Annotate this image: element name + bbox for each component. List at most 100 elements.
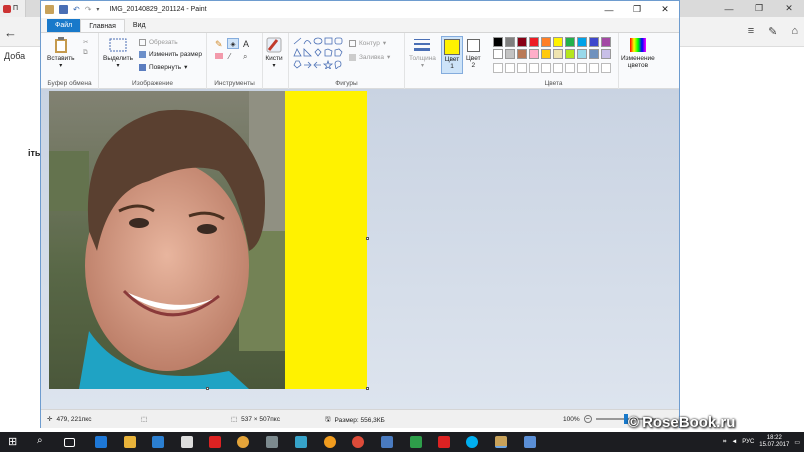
home-icon[interactable] [181,436,193,448]
palette-swatch[interactable] [541,49,551,59]
palette-empty-swatch[interactable] [565,63,575,73]
palette-empty-swatch[interactable] [589,63,599,73]
rotate-button[interactable]: Повернуть ▾ [139,63,187,71]
photo-portrait-image[interactable] [49,91,285,389]
file-explorer-icon[interactable] [124,436,136,448]
chrome-icon[interactable] [352,436,364,448]
tab-home[interactable]: Главная [80,19,125,32]
windows-start-icon[interactable]: ⊞ [8,435,20,448]
palette-empty-swatch[interactable] [601,63,611,73]
resize-handle-bottom[interactable] [206,387,209,390]
yandex-icon[interactable] [209,436,221,448]
palette-swatch[interactable] [589,37,599,47]
resize-button[interactable]: Изменить размер [139,51,202,58]
palette-empty-swatch[interactable] [517,63,527,73]
edit-colors-button[interactable]: Изменение цветов [621,37,655,69]
palette-swatch[interactable] [493,37,503,47]
palette-swatch[interactable] [601,37,611,47]
eraser-icon[interactable] [215,53,223,59]
palette-empty-swatch[interactable] [553,63,563,73]
zoom-out-icon[interactable]: − [583,415,592,423]
browser-minimize-button[interactable]: — [714,0,744,17]
palette-swatch[interactable] [529,37,539,47]
palette-empty-swatch[interactable] [541,63,551,73]
palette-empty-swatch[interactable] [493,63,503,73]
cut-icon[interactable]: ✂ [83,38,88,46]
select-button[interactable]: Выделить ▾ [103,37,133,69]
color1-button[interactable]: Цвет 1 [441,36,463,74]
paint-taskbar-icon[interactable] [495,436,507,448]
app-icon-1[interactable] [237,436,249,448]
shapes-gallery[interactable] [293,37,345,69]
palette-swatch[interactable] [565,49,575,59]
color2-button[interactable]: Цвет 2 [466,38,481,69]
close-button[interactable]: ✕ [651,1,679,18]
palette-swatch[interactable] [517,37,527,47]
minimize-button[interactable]: — [595,1,623,18]
palette-swatch[interactable] [493,49,503,59]
note-icon[interactable]: ✎ [768,25,777,38]
undo-icon[interactable]: ↶ [73,5,80,14]
app-icon-4[interactable] [324,436,336,448]
palette-swatch[interactable] [577,49,587,59]
tab-file[interactable]: Файл [47,19,81,32]
pencil-icon[interactable]: ✎ [215,39,223,50]
magnifier-icon[interactable]: ⌕ [243,52,247,62]
fill-icon[interactable]: ◈ [227,38,239,49]
language-indicator[interactable]: РУС [742,439,754,445]
palette-swatch[interactable] [517,49,527,59]
app-icon-3[interactable] [295,436,307,448]
share-icon[interactable]: ⌂ [791,25,798,38]
palette-swatch[interactable] [529,49,539,59]
browser-maximize-button[interactable]: ❐ [744,0,774,17]
save-icon[interactable] [59,5,68,14]
app-icon-2[interactable] [266,436,278,448]
yandex-browser-icon[interactable] [438,436,450,448]
skype-icon[interactable] [466,436,478,448]
app-icon-6[interactable] [410,436,422,448]
palette-swatch[interactable] [601,49,611,59]
brushes-button[interactable]: Кисти ▾ [265,37,283,69]
outline-button[interactable]: Контур ▾ [349,39,386,47]
palette-swatch[interactable] [553,37,563,47]
paste-button[interactable]: Вставить ▾ [47,37,75,69]
palette-swatch[interactable] [589,49,599,59]
palette-swatch[interactable] [553,49,563,59]
hub-icon[interactable]: ≡ [748,25,754,38]
maximize-button[interactable]: ❐ [623,1,651,18]
browser-back-button[interactable]: ← [4,25,17,40]
redo-icon[interactable]: ↷ [85,5,92,14]
browser-close-button[interactable]: ✕ [774,0,804,17]
app-icon-5[interactable] [381,436,393,448]
edge-icon[interactable] [95,436,107,448]
palette-empty-swatch[interactable] [577,63,587,73]
resize-handle-corner[interactable] [366,387,369,390]
network-icon[interactable]: ⌗ [723,439,726,446]
clock[interactable]: 18:22 15.07.2017 [759,435,789,449]
palette-empty-swatch[interactable] [505,63,515,73]
text-icon[interactable]: A [243,39,249,49]
resize-handle-right[interactable] [366,237,369,240]
notifications-icon[interactable]: ▭ [794,439,800,446]
palette-swatch[interactable] [505,49,515,59]
store-icon[interactable] [152,436,164,448]
search-icon[interactable]: ⌕ [37,435,49,447]
paint-app-icon[interactable] [45,5,54,14]
palette-swatch[interactable] [541,37,551,47]
yellow-fill-area[interactable] [285,91,367,389]
palette-swatch[interactable] [565,37,575,47]
task-view-icon[interactable] [64,438,75,447]
crop-button[interactable]: Обрезать [139,39,178,46]
browser-tab[interactable]: П [0,0,26,17]
tab-view[interactable]: Вид [125,19,154,32]
palette-empty-swatch[interactable] [529,63,539,73]
copy-icon[interactable]: ⧉ [83,49,88,57]
volume-icon[interactable]: ◄ [731,439,737,445]
palette-swatch[interactable] [505,37,515,47]
photos-icon[interactable] [524,436,536,448]
size-button[interactable]: Толщина ▾ [409,37,436,69]
palette-swatch[interactable] [577,37,587,47]
canvas-area[interactable] [41,89,679,409]
fill-shape-button[interactable]: Заливка ▾ [349,53,390,61]
qat-dropdown-icon[interactable]: ▾ [96,6,99,13]
